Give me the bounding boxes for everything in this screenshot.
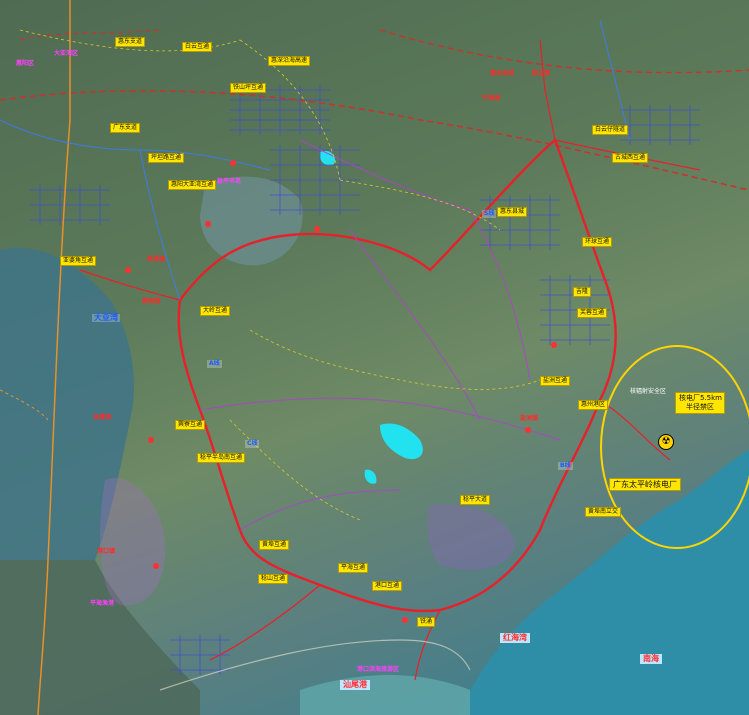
- town-label: 吉隆镇: [93, 414, 112, 421]
- south-shore-label: 汕尾港: [340, 680, 370, 690]
- town-label: 稔山镇: [532, 70, 551, 77]
- district-label: 大亚湾区: [54, 50, 79, 57]
- road-tag[interactable]: 稔山互通: [258, 574, 289, 584]
- road-tag[interactable]: 巽寮互通: [175, 420, 206, 430]
- road-tag[interactable]: 稔平半岛南互通: [197, 453, 246, 463]
- nuclear-zone-callout: 核电厂5.5km 半径禁区: [675, 392, 725, 414]
- safety-zone-label: 核辐射安全区: [630, 388, 667, 395]
- road-tag[interactable]: 吉隆: [573, 287, 592, 297]
- road-tag[interactable]: 惠东支道: [115, 37, 146, 47]
- road-tag[interactable]: 港口互通: [372, 581, 403, 591]
- road-tag[interactable]: 大岭互通: [200, 306, 231, 316]
- bay-west-label: 大亚湾: [92, 313, 120, 322]
- honghai-bay-label: 红海湾: [500, 633, 530, 643]
- road-tag[interactable]: 广东支道: [110, 123, 141, 133]
- road-tag[interactable]: 平海互通: [338, 563, 369, 573]
- town-label: 铁涌镇: [147, 256, 166, 263]
- nuclear-plant-callout: 广东太平岭核电厂: [609, 478, 681, 491]
- road-tag[interactable]: 铁山坪互通: [230, 83, 267, 93]
- road-tag[interactable]: 铁涌: [417, 617, 436, 627]
- line-label: C线: [245, 440, 260, 448]
- town-label: 平海镇: [482, 95, 501, 102]
- road-tag[interactable]: 亚婆角互通: [60, 256, 97, 266]
- road-tag[interactable]: 惠东县城: [497, 207, 528, 217]
- map-canvas[interactable]: ☢ 核电厂5.5km 半径禁区 广东太平岭核电厂 核辐射安全区 大亚湾 南海 汕…: [0, 0, 749, 715]
- district-label: 惠阳区: [16, 60, 35, 67]
- district-label: 稔平半岛: [217, 178, 242, 185]
- road-tag[interactable]: 坪坦路互通: [148, 153, 185, 163]
- nuclear-plant-icon[interactable]: ☢: [658, 434, 674, 450]
- south-sea-label: 南海: [640, 654, 662, 664]
- road-tag[interactable]: 芙蓉互通: [577, 308, 608, 318]
- road-tag[interactable]: 白云仔隧道: [592, 125, 629, 135]
- town-label: 港口镇: [97, 548, 116, 555]
- road-tag[interactable]: 稔平大道: [460, 495, 491, 505]
- line-label: B线: [558, 462, 573, 470]
- road-tag[interactable]: 盐洲互通: [540, 376, 571, 386]
- road-tag[interactable]: 环球互通: [582, 237, 613, 247]
- line-label: S线: [482, 210, 497, 218]
- line-label: A线: [207, 360, 222, 368]
- road-tag[interactable]: 黄埠互通: [259, 540, 290, 550]
- district-label: 平海渔港: [90, 600, 115, 607]
- road-tag[interactable]: 惠阳大亚湾互通: [168, 180, 217, 190]
- road-tag[interactable]: 黄埠南立交: [585, 507, 622, 517]
- road-tag[interactable]: 古城西互通: [612, 153, 649, 163]
- town-label: 惠东县城: [490, 70, 515, 77]
- town-label: 盐洲镇: [520, 415, 539, 422]
- town-label: 黄埠镇: [142, 298, 161, 305]
- road-tag[interactable]: 惠深沿海高速: [268, 56, 311, 66]
- nuclear-exclusion-ring: [600, 345, 749, 549]
- reservoir-lake: [380, 423, 423, 460]
- district-label: 港口滨海旅游区: [357, 666, 400, 673]
- road-tag[interactable]: 白云互通: [182, 42, 213, 52]
- road-tag[interactable]: 惠州港区: [578, 400, 609, 410]
